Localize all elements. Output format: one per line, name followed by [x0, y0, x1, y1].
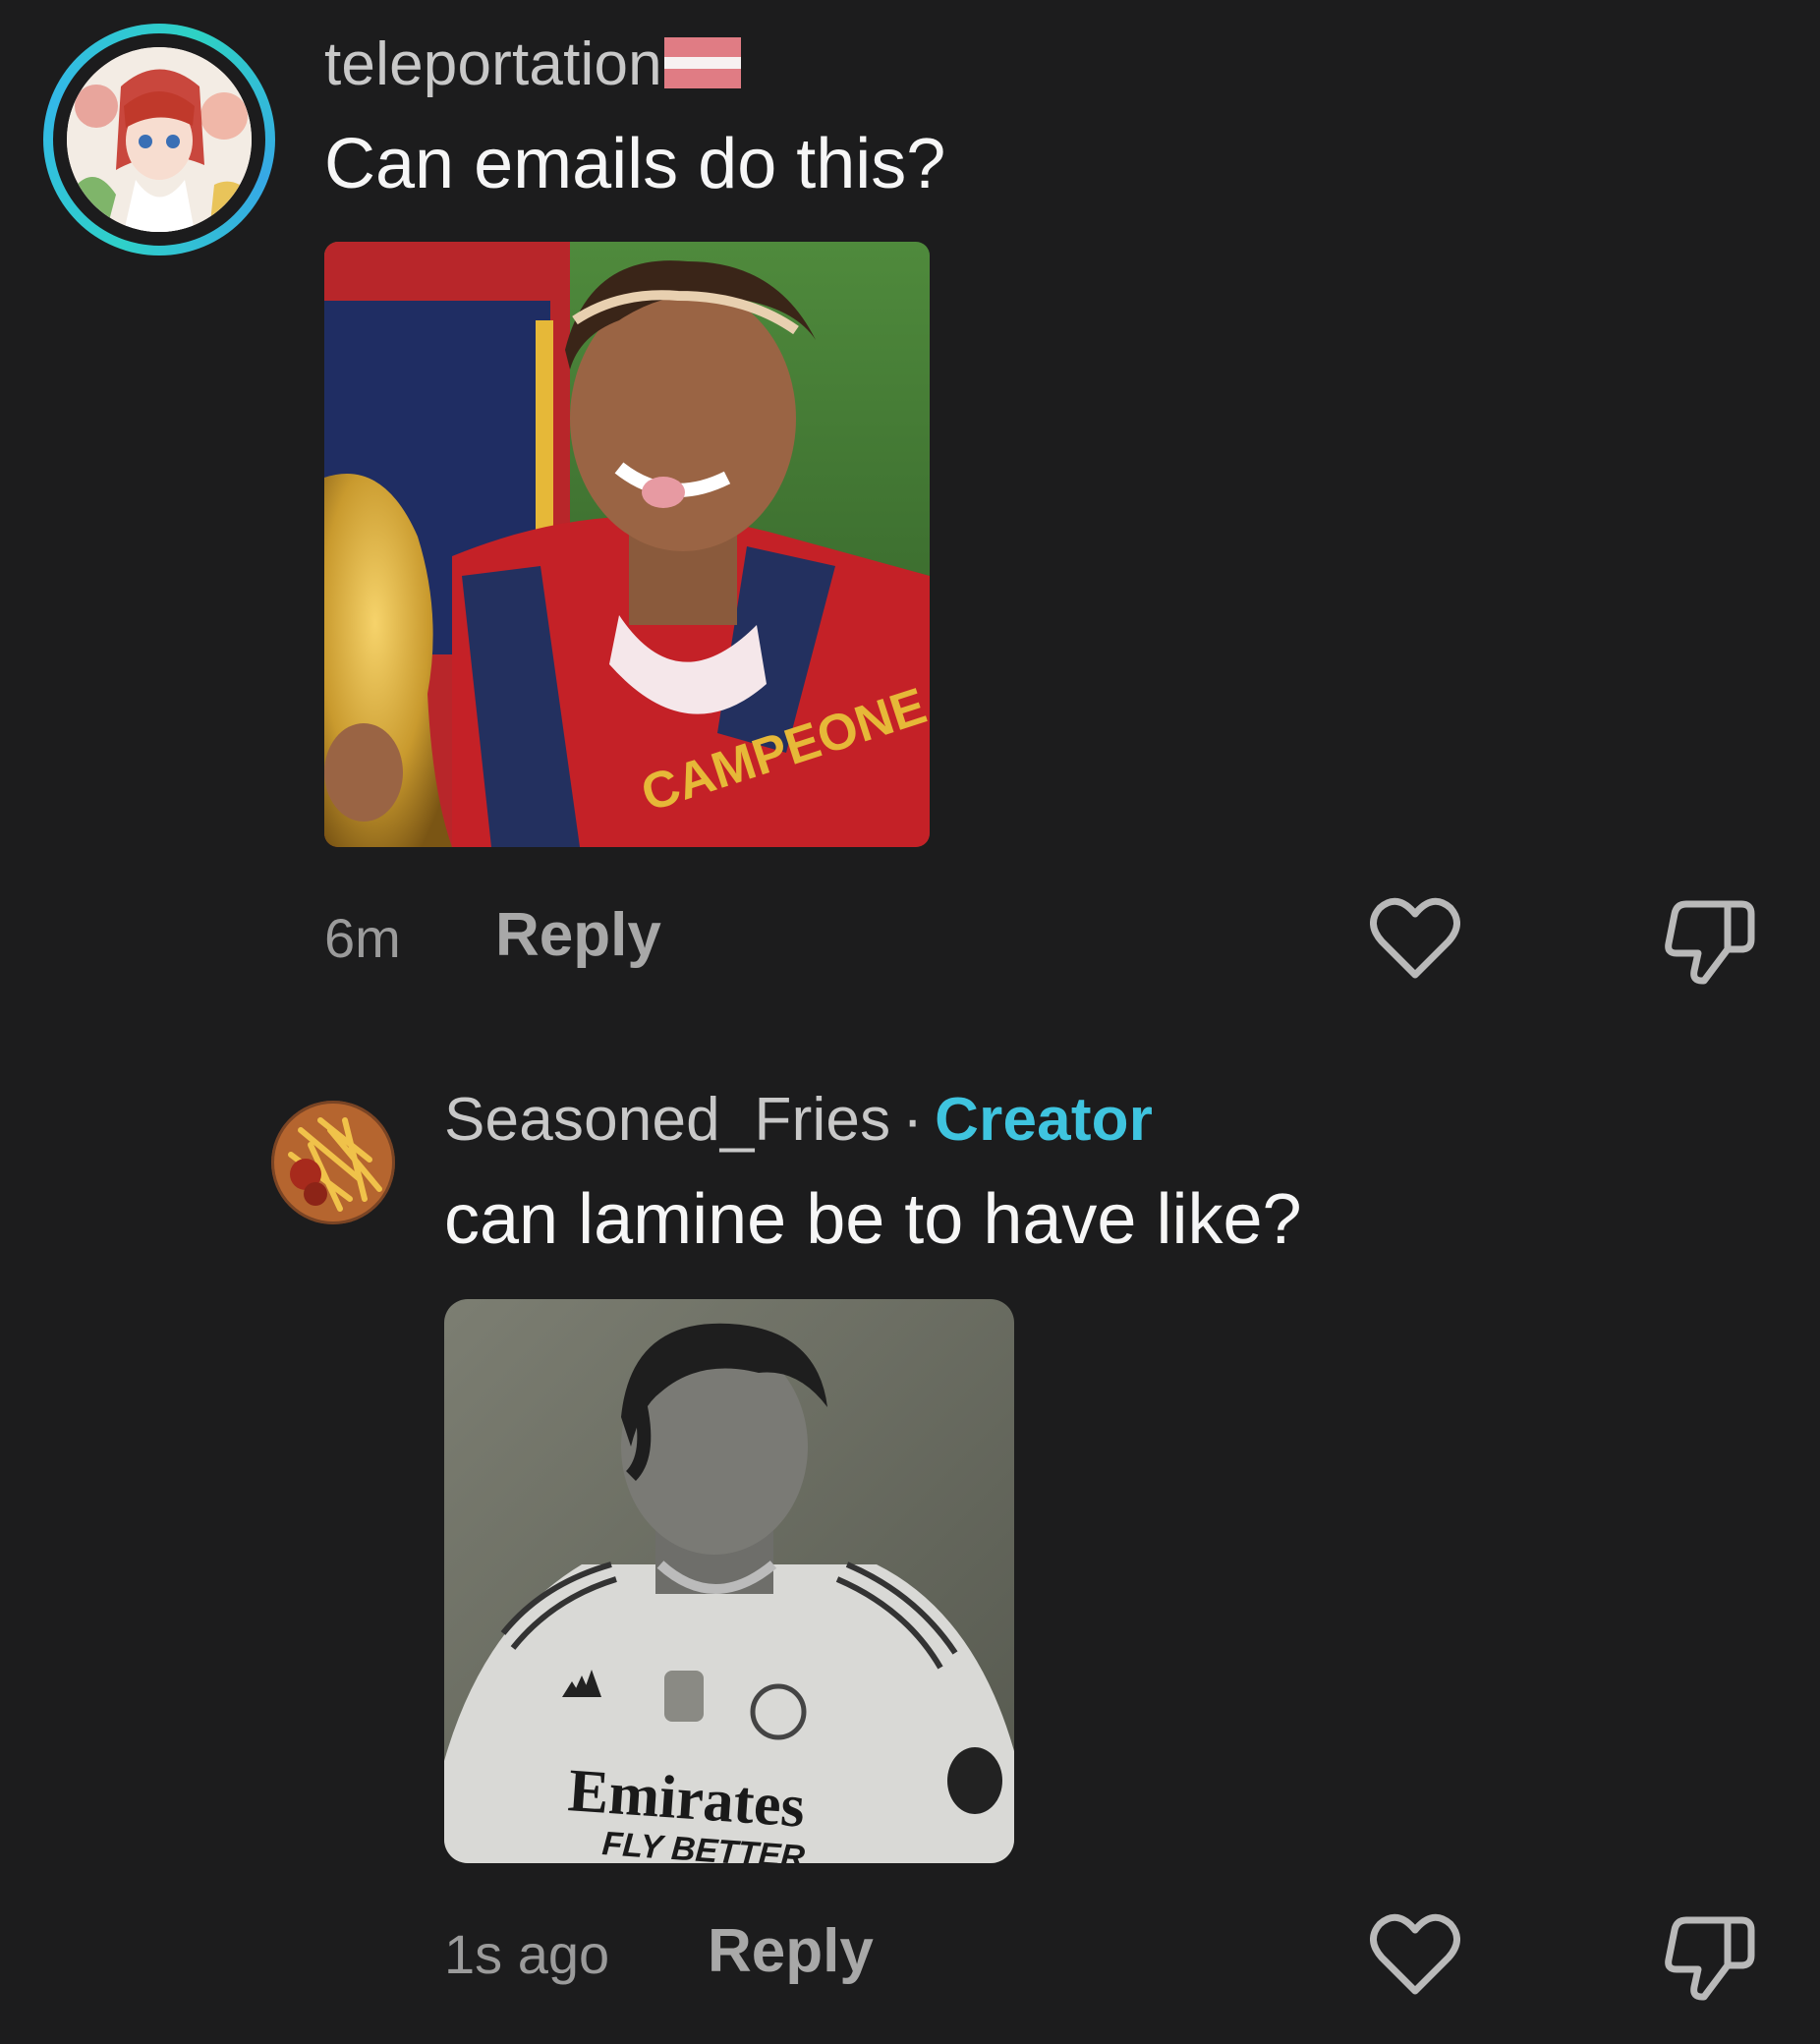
avatar-seasoned-fries[interactable] [271, 1101, 395, 1224]
heart-icon[interactable] [1370, 1912, 1460, 1997]
comment-time: 1s ago [444, 1923, 610, 1985]
thumbs-down-icon[interactable] [1665, 1912, 1755, 2001]
comment-time: 6m [324, 907, 401, 969]
creator-badge: Creator [935, 1086, 1154, 1154]
thumbs-down-icon[interactable] [1665, 896, 1755, 985]
comment-header: Seasoned_Fries · Creator [444, 1085, 1153, 1155]
footballer-bw-image: Emirates FLY BETTER [444, 1299, 1014, 1863]
football-celebration-image: CAMPEONE [324, 242, 930, 847]
reply-button[interactable]: Reply [495, 900, 661, 970]
comment-username[interactable]: teleportation [324, 29, 741, 99]
username-text[interactable]: Seasoned_Fries [444, 1086, 890, 1154]
username-text: teleportation [324, 30, 662, 98]
anime-avatar-image [67, 47, 252, 232]
latvia-flag-icon [663, 37, 741, 88]
avatar-teleportation[interactable] [43, 24, 275, 256]
separator-dot: · [902, 1086, 924, 1154]
comment-image[interactable]: Emirates FLY BETTER [444, 1299, 1014, 1863]
comments-page: teleportation Can emails do this? CAMPEO… [0, 0, 1820, 2044]
comment-text: can lamine be to have like? [444, 1180, 1302, 1259]
comment-text: Can emails do this? [324, 125, 946, 203]
comment-image[interactable]: CAMPEONE [324, 242, 930, 847]
heart-icon[interactable] [1370, 896, 1460, 981]
fries-avatar-image [271, 1101, 395, 1224]
reply-button[interactable]: Reply [708, 1916, 874, 1986]
